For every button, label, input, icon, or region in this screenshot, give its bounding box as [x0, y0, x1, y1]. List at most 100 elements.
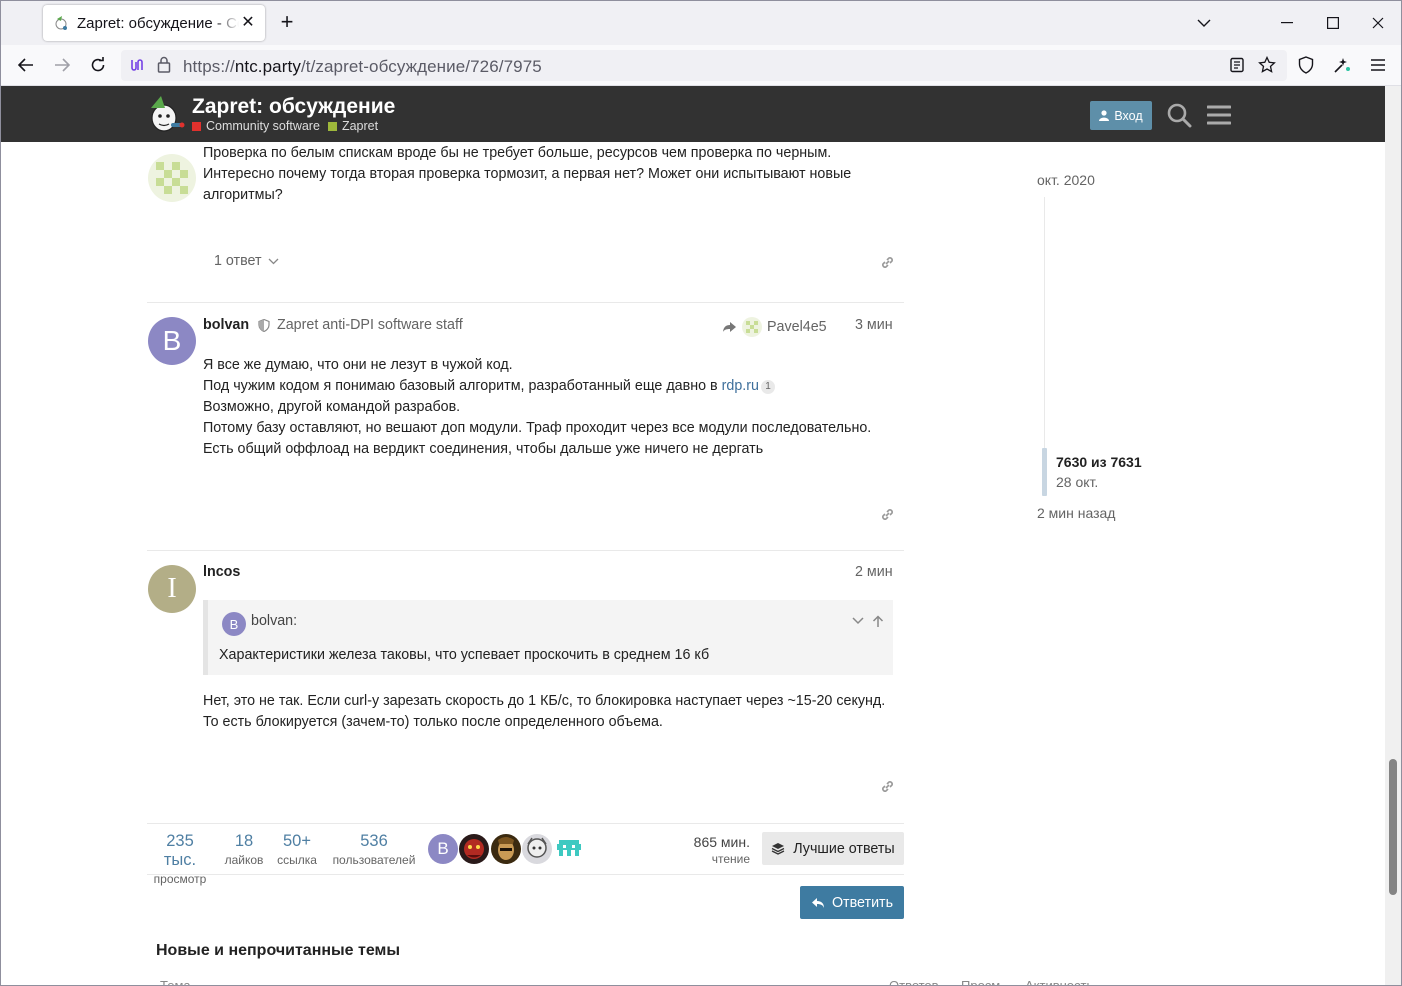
url-text[interactable]: https://ntc.party/t/zapret-обсуждение/72…	[183, 57, 542, 77]
post-line: Есть общий оффлоад на вердикт соединения…	[203, 441, 764, 457]
share-link-icon[interactable]	[878, 253, 896, 271]
quote-author[interactable]: bolvan:	[251, 613, 297, 629]
participant-avatar[interactable]	[491, 834, 521, 864]
reply-button[interactable]: Ответить	[800, 886, 904, 919]
topic-categories: Community software Zapret	[192, 119, 378, 133]
share-link-icon[interactable]	[878, 505, 896, 523]
stat-users[interactable]: 536 пользователей	[328, 832, 420, 867]
search-icon[interactable]	[1164, 100, 1194, 130]
reader-view-icon[interactable]	[1229, 57, 1245, 78]
close-window-icon[interactable]	[1355, 7, 1401, 39]
timeline-end-date[interactable]: 2 мин назад	[1037, 505, 1115, 521]
permissions-icon[interactable]	[129, 57, 145, 78]
stat-users-value: 536	[360, 832, 388, 850]
share-arrow-icon	[723, 322, 736, 332]
timeline-position-date: 28 окт.	[1056, 474, 1099, 490]
browser-window: Zapret: обсуждение - Community software …	[0, 0, 1402, 986]
quote-text: Характеристики железа таковы, что успева…	[219, 647, 710, 663]
topic-map-bottom-divider	[147, 874, 904, 875]
reply-to-name: Pavel4e5	[767, 319, 827, 335]
timeline-handle[interactable]	[1042, 448, 1047, 496]
layers-icon	[771, 843, 785, 855]
rdp-link[interactable]: rdp.ru	[722, 378, 759, 394]
category-label: Zapret	[341, 119, 379, 133]
summarize-button[interactable]: Лучшие ответы	[762, 832, 904, 865]
avatar-bolvan[interactable]: B	[148, 317, 196, 365]
show-replies-button[interactable]: 1 ответ	[214, 253, 279, 269]
close-tab-icon[interactable]: ✕	[239, 14, 257, 32]
chevron-down-icon	[268, 258, 279, 264]
stat-likes-value: 18	[234, 832, 254, 850]
post-date[interactable]: 2 мин	[855, 564, 893, 580]
maximize-icon[interactable]	[1310, 7, 1356, 39]
category-color-swatch	[192, 121, 201, 131]
navigation-toolbar: https://ntc.party/t/zapret-обсуждение/72…	[1, 45, 1401, 86]
quote-avatar[interactable]: B	[222, 612, 246, 636]
tracking-shield-icon[interactable]	[1294, 53, 1318, 77]
column-header-activity[interactable]: Активность	[1025, 978, 1093, 985]
read-time-value: 865 мин.	[693, 834, 750, 850]
quote-block: B bolvan: Характеристики железа таковы, …	[203, 600, 893, 675]
stat-users-label: пользователей	[332, 853, 416, 867]
timeline-start-date[interactable]: окт. 2020	[1037, 172, 1095, 188]
back-arrow-icon[interactable]	[14, 53, 38, 77]
post-line: Потому базу оставляют, но вешают доп мод…	[203, 420, 872, 436]
topic-map-divider	[147, 823, 904, 824]
login-label: Вход	[1114, 108, 1143, 123]
browser-tab[interactable]: Zapret: обсуждение - Community software …	[43, 5, 265, 41]
reply-to-tab[interactable]: Pavel4e5	[722, 317, 827, 337]
username[interactable]: lncos	[203, 564, 240, 580]
expand-quote-chevron-icon[interactable]	[850, 613, 866, 629]
url-host: ntc.party	[234, 57, 301, 76]
tab-title: Zapret: обсуждение - Community software	[77, 14, 239, 32]
address-bar[interactable]: https://ntc.party/t/zapret-обсуждение/72…	[121, 50, 1287, 81]
suggested-topics-heading: Новые и непрочитанные темы	[156, 942, 401, 959]
new-tab-button[interactable]: +	[275, 11, 299, 35]
stat-views-value: 235 тыс.	[163, 832, 197, 869]
go-to-quoted-arrow-up-icon[interactable]	[870, 613, 886, 629]
list-tabs-icon[interactable]	[1181, 7, 1227, 39]
post-line: Проверка по белым спискам вроде бы не тр…	[203, 145, 832, 161]
participant-avatar[interactable]	[459, 834, 489, 864]
category-zapret[interactable]: Zapret	[327, 119, 379, 133]
category-label: Community software	[206, 119, 320, 133]
hamburger-menu-icon[interactable]	[1204, 100, 1234, 130]
column-header-replies[interactable]: Ответов	[889, 978, 939, 985]
reply-to-avatar	[742, 317, 762, 337]
participant-avatar[interactable]: B	[428, 834, 458, 864]
topic-title[interactable]: Zapret: обсуждение	[192, 95, 395, 119]
site-logo[interactable]	[147, 94, 185, 134]
scrollbar-thumb[interactable]	[1389, 759, 1397, 895]
reload-icon[interactable]	[86, 53, 110, 77]
post-divider	[147, 302, 904, 303]
summarize-label: Лучшие ответы	[793, 840, 895, 857]
avatar-letter: B	[229, 616, 239, 632]
participant-avatar[interactable]	[554, 834, 584, 864]
username[interactable]: bolvan	[203, 317, 249, 333]
avatar-lncos[interactable]: I	[148, 565, 196, 613]
bookmark-star-icon[interactable]	[1258, 55, 1276, 79]
url-scheme: https://	[183, 57, 235, 76]
post-line: Интересно почему тогда вторая проверка т…	[203, 166, 852, 182]
category-community-software[interactable]: Community software	[192, 119, 320, 133]
post-date[interactable]: 3 мин	[855, 317, 893, 333]
column-header-topic[interactable]: Тема	[160, 978, 191, 985]
timeline-position: 7630 из 7631	[1056, 454, 1142, 470]
post-line: алгоритмы?	[203, 187, 283, 203]
page-scrollbar[interactable]	[1385, 86, 1401, 985]
column-header-views[interactable]: Просм.	[961, 978, 1004, 985]
extensions-icon[interactable]	[1330, 53, 1354, 77]
app-menu-icon[interactable]	[1366, 53, 1390, 77]
minimize-icon[interactable]	[1264, 7, 1310, 39]
participant-avatar[interactable]	[522, 834, 552, 864]
login-button[interactable]: Вход	[1090, 101, 1152, 130]
avatar-pavel4e5[interactable]	[148, 154, 196, 202]
post-line: Под чужим кодом я понимаю базовый алгори…	[203, 376, 871, 397]
forward-arrow-icon[interactable]	[50, 53, 74, 77]
share-link-icon[interactable]	[878, 777, 896, 795]
post-line: Нет, это не так. Если curl-у зарезать ск…	[203, 693, 886, 709]
stat-links[interactable]: 50+ ссылка	[274, 832, 320, 867]
link-click-count: 1	[761, 380, 775, 394]
lock-icon[interactable]	[157, 56, 171, 78]
post-line-text: Под чужим кодом я понимаю базовый алгори…	[203, 378, 718, 394]
